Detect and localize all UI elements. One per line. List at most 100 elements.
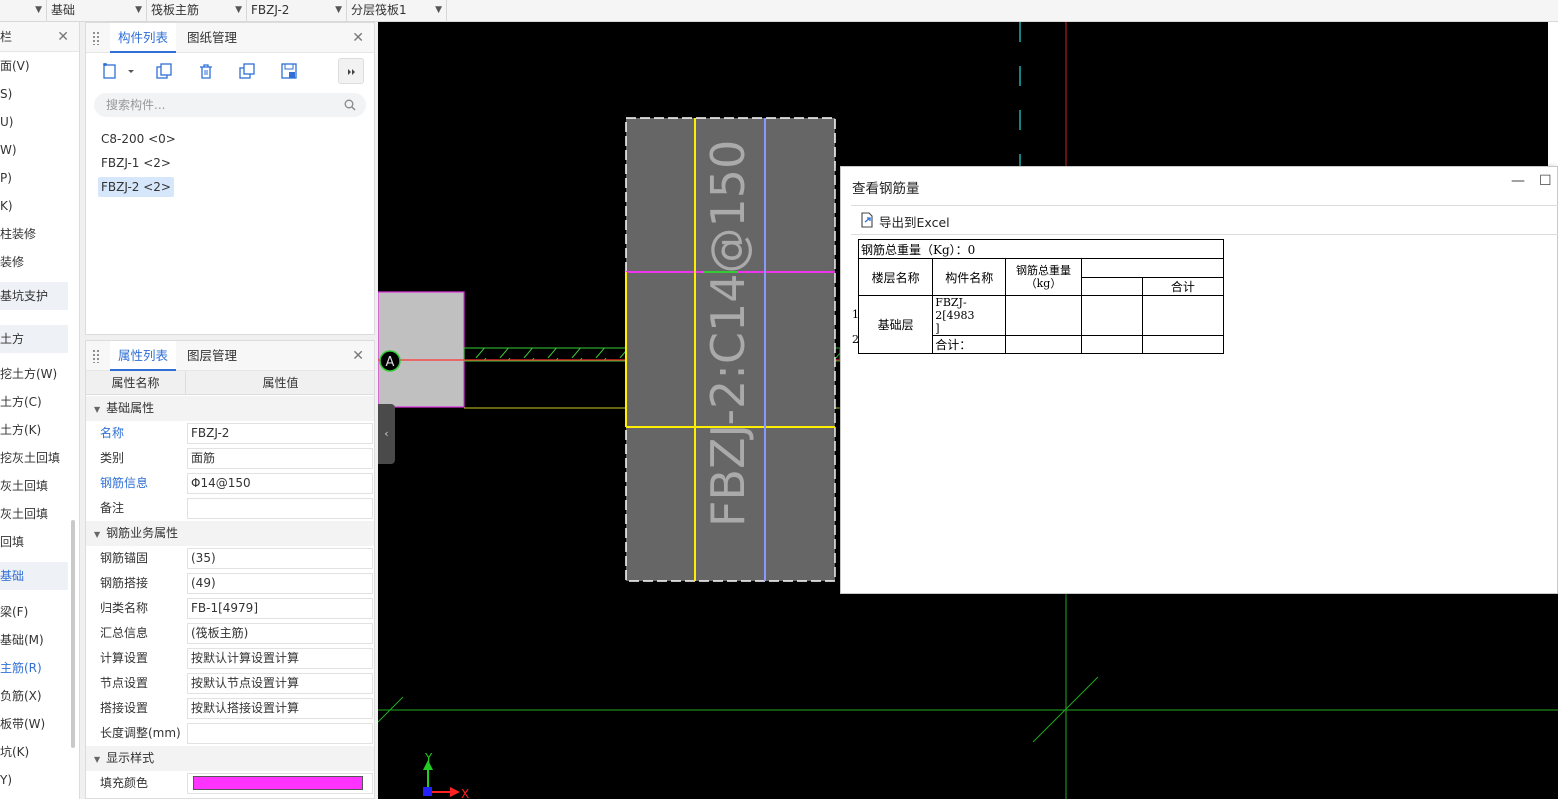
property-list-panel: 属性列表 图层管理 ✕ 属性名称 属性值 ▼ 基础属性 名称 FBZJ-2 类别 面筋… (85, 340, 375, 799)
property-value-input[interactable]: 面筋 (187, 448, 373, 469)
nav-item[interactable]: 挖灰土回填 (0, 444, 68, 472)
nav-item[interactable]: 板带(W) (0, 710, 68, 738)
sum-cell (1141, 295, 1225, 336)
nav-item[interactable]: S) (0, 80, 68, 108)
dropdown-label: FBZJ-2 (251, 3, 290, 17)
foundation-block[interactable] (378, 291, 465, 408)
column-header-name: 属性名称 (86, 371, 186, 395)
scrollbar[interactable] (71, 520, 75, 748)
category-dropdown[interactable]: 基础 ▼ (47, 0, 147, 21)
value-cell (1080, 295, 1143, 336)
nav-item[interactable]: 基础 (0, 562, 68, 590)
nav-item[interactable]: 土方(K) (0, 416, 68, 444)
header-component-name: 构件名称 (932, 258, 1007, 296)
weight-cell (1005, 295, 1082, 336)
panel-collapse-handle[interactable]: ‹ (378, 404, 395, 464)
header-sum: 合计 (1141, 277, 1225, 296)
dropdown-label: 筏板主筋 (151, 3, 200, 17)
close-icon[interactable]: ✕ (57, 22, 69, 52)
group-business-properties[interactable]: ▼ 钢筋业务属性 (86, 521, 374, 546)
property-row-lap-settings: 搭接设置 按默认搭接设置计算 (86, 696, 374, 721)
property-value-input[interactable]: FBZJ-2 (187, 423, 373, 444)
nav-item[interactable]: 柱装修 (0, 220, 68, 248)
navigation-tree-panel: 栏 ✕ 面(V) S) U) W) P) K) 柱装修 装修基坑支护土方挖土方(W) 土方(C)… (0, 22, 80, 799)
property-value-input[interactable]: (49) (187, 573, 373, 594)
search-icon[interactable] (344, 99, 356, 111)
maximize-button[interactable]: ☐ (1539, 173, 1552, 189)
save-component-button[interactable] (275, 58, 303, 84)
nav-item[interactable]: 土方 (0, 325, 68, 353)
chevron-down-icon: ▼ (135, 5, 142, 15)
drag-handle-icon[interactable] (92, 349, 100, 363)
nav-item[interactable]: 挖土方(W) (0, 360, 68, 388)
component-dropdown[interactable]: FBZJ-2 ▼ (247, 0, 347, 21)
save-icon (281, 63, 297, 79)
search-input[interactable]: 搜索构件... (94, 93, 366, 117)
nav-item[interactable]: P) (0, 164, 68, 192)
group-display-style[interactable]: ▼ 显示样式 (86, 746, 374, 771)
nav-item[interactable]: 面(V) (0, 52, 68, 80)
trash-icon (200, 64, 212, 79)
copy-to-floor-button[interactable] (233, 58, 261, 84)
nav-item[interactable]: 灰土回填 (0, 500, 68, 528)
nav-item[interactable]: W) (0, 136, 68, 164)
minimize-button[interactable]: — (1511, 173, 1525, 189)
nav-item[interactable]: 梁(F) (0, 598, 68, 626)
export-excel-button[interactable]: 导出到Excel (859, 212, 950, 231)
property-value-input[interactable] (187, 723, 373, 744)
property-value-input[interactable]: (35) (187, 548, 373, 569)
nav-item[interactable]: U) (0, 108, 68, 136)
tab-drawing-management[interactable]: 图纸管理 (179, 23, 245, 53)
nav-item[interactable]: 主筋(R) (0, 654, 68, 682)
chevron-left-icon: ‹ (384, 427, 389, 440)
new-component-button[interactable] (96, 58, 140, 84)
nav-item[interactable]: 坑(K) (0, 738, 68, 766)
dialog-title: 查看钢筋量 (852, 181, 920, 197)
delete-component-button[interactable] (192, 58, 220, 84)
property-value-input[interactable]: Φ14@150 (187, 473, 373, 494)
tab-component-list[interactable]: 构件列表 (110, 23, 177, 53)
property-value-input[interactable]: (筏板主筋) (187, 623, 373, 644)
nav-item[interactable]: 土方(C) (0, 388, 68, 416)
property-value-input[interactable]: FB-1[4979] (187, 598, 373, 619)
drag-handle-icon[interactable] (92, 31, 100, 45)
tab-property-list[interactable]: 属性列表 (110, 341, 177, 371)
group-label: 基础属性 (106, 401, 155, 415)
group-basic-properties[interactable]: ▼ 基础属性 (86, 396, 374, 421)
nav-item[interactable]: 基础(M) (0, 626, 68, 654)
nav-item[interactable]: 回填 (0, 528, 68, 556)
property-value-input[interactable] (187, 498, 373, 519)
rebar-label[interactable]: FBZJ-2:C14@150 (701, 140, 755, 527)
property-value-input[interactable]: 按默认搭接设置计算 (187, 698, 373, 719)
more-tools-button[interactable] (338, 58, 364, 84)
fill-color-picker[interactable] (187, 773, 373, 794)
nav-item[interactable]: Y) (0, 766, 68, 794)
property-row-anchorage: 钢筋锚固 (35) (86, 546, 374, 571)
copy-component-button[interactable] (150, 58, 178, 84)
property-row-lap: 钢筋搭接 (49) (86, 571, 374, 596)
nav-item[interactable]: 基坑支护 (0, 282, 68, 310)
property-row-name: 名称 FBZJ-2 (86, 421, 374, 446)
component-list-panel: 构件列表 图纸管理 ✕ 搜索构件... C8-200 <0> FBZJ-1 <2… (85, 22, 375, 335)
component-item-selected[interactable]: FBZJ-2 <2> (98, 177, 174, 197)
close-icon[interactable]: ✕ (352, 23, 364, 53)
component-type-dropdown[interactable]: 筏板主筋 ▼ (147, 0, 247, 21)
nav-item[interactable]: K) (0, 192, 68, 220)
nav-item[interactable]: 灰土回填 (0, 472, 68, 500)
layer-dropdown[interactable]: 分层筏板1 ▼ (347, 0, 447, 21)
double-chevron-right-icon (348, 69, 355, 75)
nav-title: 栏 (0, 30, 13, 44)
new-file-icon (103, 63, 134, 79)
property-row-summary: 汇总信息 (筏板主筋) (86, 621, 374, 646)
property-value-input[interactable]: 按默认节点设置计算 (187, 673, 373, 694)
property-name: 钢筋信息 (100, 476, 149, 490)
component-item[interactable]: C8-200 <0> (98, 129, 179, 149)
close-icon[interactable]: ✕ (352, 341, 364, 371)
layer-type-dropdown[interactable]: ▼ (0, 0, 47, 21)
dropdown-label: 基础 (51, 3, 76, 17)
nav-item[interactable]: 负筋(X) (0, 682, 68, 710)
tab-layer-management[interactable]: 图层管理 (179, 341, 245, 371)
nav-item[interactable]: 装修 (0, 248, 68, 276)
component-item[interactable]: FBZJ-1 <2> (98, 153, 174, 173)
property-value-input[interactable]: 按默认计算设置计算 (187, 648, 373, 669)
